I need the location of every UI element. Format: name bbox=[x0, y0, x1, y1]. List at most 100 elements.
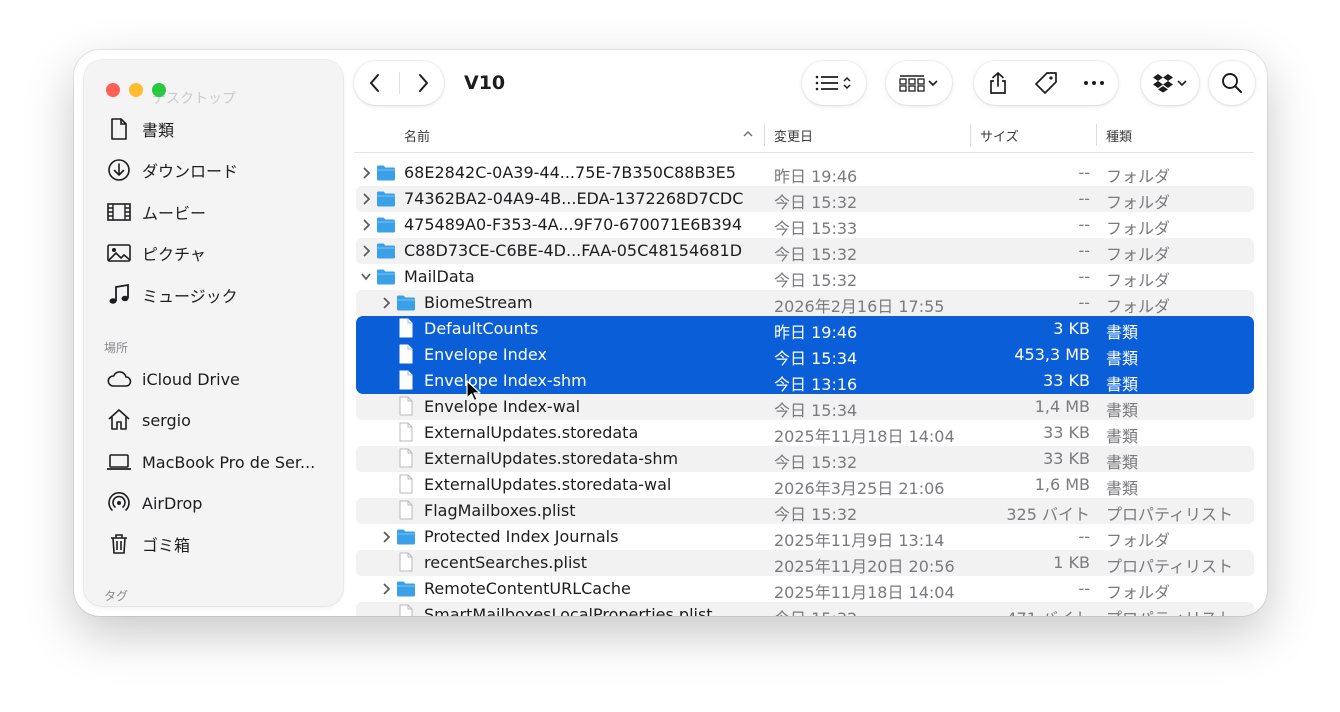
folder-row[interactable]: BiomeStream 2026年2月16日 17:55 -- フォルダ bbox=[356, 290, 1254, 316]
zoom-button[interactable] bbox=[152, 83, 166, 97]
sidebar-item-icloud-drive[interactable]: iCloud Drive bbox=[106, 364, 240, 394]
dropbox-button[interactable] bbox=[1141, 61, 1199, 105]
view-options-button[interactable] bbox=[802, 61, 866, 105]
folder-icon bbox=[377, 243, 395, 259]
file-date: 2025年11月18日 14:04 bbox=[774, 583, 955, 602]
file-row[interactable]: recentSearches.plist 2025年11月20日 20:56 1 K… bbox=[356, 550, 1254, 576]
file-name: ExternalUpdates.storedata-shm bbox=[424, 449, 679, 468]
document-icon bbox=[399, 370, 413, 390]
sidebar-item-airdrop[interactable]: AirDrop bbox=[106, 488, 202, 518]
more-actions-button[interactable] bbox=[1070, 61, 1118, 105]
file-row[interactable]: ExternalUpdates.storedata 2025年11月18日 14:… bbox=[356, 420, 1254, 446]
disclosure-collapsed-icon[interactable] bbox=[360, 166, 372, 180]
folder-row[interactable]: C88D73CE-C6BE-4D...FAA-05C48154681D 今日 15… bbox=[356, 238, 1254, 264]
file-row[interactable]: Envelope Index 今日 15:34 453,3 MB 書類 bbox=[356, 342, 1254, 368]
chevron-down-icon bbox=[1177, 80, 1187, 87]
file-name: FlagMailboxes.plist bbox=[424, 501, 576, 520]
disclosure-expanded-icon[interactable] bbox=[360, 270, 372, 284]
file-row[interactable]: ExternalUpdates.storedata-shm 今日 15:32 33 … bbox=[356, 446, 1254, 472]
file-name: Envelope Index-shm bbox=[424, 371, 587, 390]
document-icon bbox=[399, 448, 413, 468]
airdrop-icon bbox=[108, 492, 130, 511]
sidebar-item-trash[interactable]: ゴミ箱 bbox=[106, 529, 190, 559]
file-date: 今日 15:32 bbox=[774, 605, 857, 616]
file-date: 今日 15:32 bbox=[774, 193, 858, 212]
file-date: 2025年11月9日 13:14 bbox=[774, 531, 945, 550]
file-date: 今日 15:34 bbox=[774, 401, 858, 420]
file-row[interactable]: DefaultCounts 昨日 19:46 3 KB 書類 bbox=[356, 316, 1254, 342]
sidebar-item-home[interactable]: sergio bbox=[106, 405, 191, 435]
sidebar-item-documents[interactable]: 書類 bbox=[106, 114, 174, 144]
share-button[interactable] bbox=[974, 61, 1022, 105]
share-icon bbox=[990, 71, 1006, 94]
document-icon bbox=[399, 344, 413, 364]
disclosure-collapsed-icon[interactable] bbox=[360, 218, 372, 232]
file-kind: 書類 bbox=[1106, 401, 1139, 420]
file-name: C88D73CE-C6BE-4D...FAA-05C48154681D bbox=[404, 241, 743, 260]
file-size: -- bbox=[1078, 293, 1090, 312]
disclosure-collapsed-icon[interactable] bbox=[380, 530, 392, 544]
folder-row[interactable]: Protected Index Journals 2025年11月9日 13:14… bbox=[356, 524, 1254, 550]
disclosure-collapsed-icon[interactable] bbox=[380, 582, 392, 596]
file-size: 471 バイト bbox=[1006, 605, 1090, 616]
home-icon bbox=[108, 409, 130, 430]
tag-button[interactable] bbox=[1022, 61, 1070, 105]
group-grid-icon bbox=[899, 75, 925, 92]
folder-row[interactable]: MailData 今日 15:32 -- フォルダ bbox=[356, 264, 1254, 290]
file-row[interactable]: FlagMailboxes.plist 今日 15:32 325 バイト プロパティリ… bbox=[356, 498, 1254, 524]
group-button[interactable] bbox=[886, 61, 952, 105]
file-row[interactable]: ExternalUpdates.storedata-wal 2026年3月25日 … bbox=[356, 472, 1254, 498]
document-icon bbox=[399, 500, 413, 520]
folder-row[interactable]: RemoteContentURLCache 2025年11月18日 14:04 --… bbox=[356, 576, 1254, 602]
back-button[interactable] bbox=[354, 61, 397, 105]
file-size: -- bbox=[1078, 163, 1090, 182]
close-button[interactable] bbox=[106, 83, 120, 97]
sidebar-item-macbook[interactable]: MacBook Pro de Ser... bbox=[106, 447, 315, 477]
file-name: DefaultCounts bbox=[424, 319, 539, 338]
column-divider[interactable] bbox=[764, 124, 765, 146]
file-name: recentSearches.plist bbox=[424, 553, 588, 572]
minimize-button[interactable] bbox=[129, 83, 143, 97]
column-header-size[interactable]: サイズ bbox=[980, 126, 1019, 145]
column-divider[interactable] bbox=[970, 124, 971, 146]
disclosure-collapsed-icon[interactable] bbox=[360, 192, 372, 206]
file-date: 2025年11月18日 14:04 bbox=[774, 427, 955, 446]
sidebar-item-downloads[interactable]: ダウンロード bbox=[106, 155, 238, 185]
folder-row[interactable]: 74362BA2-04A9-4B...EDA-1372268D7CDC 今日 15… bbox=[356, 186, 1254, 212]
chevron-right-icon bbox=[418, 74, 428, 92]
folder-row[interactable]: 475489A0-F353-4A...9F70-670071E6B394 今日 1… bbox=[356, 212, 1254, 238]
file-row[interactable]: Envelope Index-shm 今日 13:16 33 KB 書類 bbox=[356, 368, 1254, 394]
file-size: -- bbox=[1078, 527, 1090, 546]
sidebar-item-pictures[interactable]: ピクチャ bbox=[106, 238, 206, 268]
file-name: 475489A0-F353-4A...9F70-670071E6B394 bbox=[404, 215, 742, 234]
file-name: ExternalUpdates.storedata bbox=[424, 423, 639, 442]
trash-icon bbox=[111, 534, 127, 554]
file-size: 325 バイト bbox=[1006, 505, 1090, 524]
document-icon bbox=[399, 422, 413, 442]
disclosure-collapsed-icon[interactable] bbox=[360, 244, 372, 258]
file-row[interactable]: Envelope Index-wal 今日 15:34 1,4 MB 書類 bbox=[356, 394, 1254, 420]
disclosure-collapsed-icon[interactable] bbox=[380, 296, 392, 310]
download-icon bbox=[108, 159, 130, 181]
file-size: -- bbox=[1078, 267, 1090, 286]
column-header-name[interactable]: 名前 bbox=[404, 126, 430, 145]
file-size: 33 KB bbox=[1043, 449, 1090, 468]
forward-button[interactable] bbox=[401, 61, 444, 105]
sidebar-item-label: ピクチャ bbox=[142, 245, 206, 264]
document-icon bbox=[399, 474, 413, 494]
sidebar-item-music[interactable]: ミュージック bbox=[106, 280, 238, 310]
column-header-kind[interactable]: 種類 bbox=[1106, 126, 1132, 145]
file-row[interactable]: SmartMailboxesLocalProperties.plist 今日 15… bbox=[356, 602, 1254, 616]
sidebar-item-movies[interactable]: ムービー bbox=[106, 197, 206, 227]
folder-row[interactable]: 68E2842C-0A39-44...75E-7B350C88B3E5 昨日 19… bbox=[356, 160, 1254, 186]
search-button[interactable] bbox=[1209, 61, 1255, 105]
file-kind: フォルダ bbox=[1106, 167, 1171, 186]
file-date: 昨日 19:46 bbox=[774, 167, 858, 186]
column-header-date[interactable]: 変更日 bbox=[774, 126, 813, 145]
column-header: 名前 変更日 サイズ 種類 bbox=[354, 120, 1254, 153]
file-name: Envelope Index-wal bbox=[424, 397, 581, 416]
file-date: 今日 15:32 bbox=[774, 271, 858, 290]
file-size: -- bbox=[1078, 189, 1090, 208]
cloud-icon bbox=[107, 371, 132, 387]
column-divider[interactable] bbox=[1096, 124, 1097, 146]
